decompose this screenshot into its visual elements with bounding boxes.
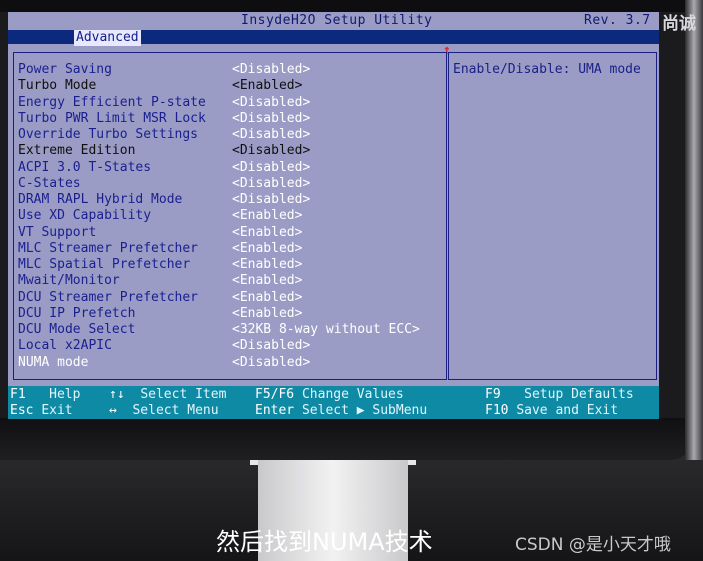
setting-value[interactable]: <Disabled> <box>232 176 310 192</box>
setting-value[interactable]: <Disabled> <box>232 192 310 208</box>
monitor-bezel-bottom <box>0 418 690 460</box>
setting-value[interactable]: <Enabled> <box>232 241 302 257</box>
setting-row[interactable]: Local x2APIC <Disabled> <box>18 338 438 354</box>
f10-key: F10 <box>485 403 509 418</box>
setting-row[interactable]: Power Saving <Disabled> <box>18 62 438 78</box>
setting-row[interactable]: Turbo PWR Limit MSR Lock <Disabled> <box>18 111 438 127</box>
monitor-side-edge <box>685 0 703 460</box>
setting-label: NUMA mode <box>18 354 89 370</box>
footer-change-values: F5/F6 Change Values <box>255 387 404 403</box>
setting-label: DCU Mode Select <box>18 322 136 337</box>
select-menu-desc: Select Menu <box>132 403 219 418</box>
setting-label: DCU Streamer Prefetcher <box>18 289 199 305</box>
setting-row[interactable]: Turbo Mode <Enabled> <box>18 78 438 94</box>
setting-row[interactable]: NUMA mode <Disabled> <box>18 355 438 371</box>
csdn-watermark: CSDN @是小天才哦 <box>515 535 671 555</box>
f1-key: F1 <box>10 387 26 402</box>
f1-desc: Help <box>49 387 81 402</box>
enter-key: Enter <box>255 403 295 418</box>
setting-row[interactable]: MLC Streamer Prefetcher <Enabled> <box>18 241 438 257</box>
setting-label: Extreme Edition <box>18 143 136 159</box>
footer-setup-defaults: F9 Setup Defaults <box>485 387 634 403</box>
setting-label: DRAM RAPL Hybrid Mode <box>18 192 183 207</box>
help-text: Enable/Disable: UMA mode <box>453 62 641 77</box>
setting-value[interactable]: <Enabled> <box>232 257 302 273</box>
setting-value[interactable]: <Disabled> <box>232 62 310 78</box>
setting-row[interactable]: DRAM RAPL Hybrid Mode <Disabled> <box>18 192 438 208</box>
setting-value[interactable]: <Disabled> <box>232 143 310 159</box>
monitor-bezel-top <box>0 0 703 12</box>
footer-help: F1 Help <box>10 387 80 403</box>
setting-label: Power Saving <box>18 62 112 77</box>
setting-value[interactable]: <Enabled> <box>232 290 302 306</box>
setting-row[interactable]: DCU Streamer Prefetcher <Enabled> <box>18 290 438 306</box>
setting-label: Override Turbo Settings <box>18 127 199 142</box>
bios-screen: InsydeH2O Setup Utility Rev. 3.7 Advance… <box>8 12 659 419</box>
setting-row[interactable]: Mwait/Monitor <Enabled> <box>18 273 438 289</box>
top-watermark: 尚诚 <box>662 14 696 34</box>
setting-label: ACPI 3.0 T-States <box>18 159 152 175</box>
submenu-desc: Select ▶ SubMenu <box>301 403 428 418</box>
setting-value[interactable]: <Enabled> <box>232 273 302 289</box>
f5-f6-key: F5/F6 <box>255 387 295 402</box>
setting-row[interactable]: DCU IP Prefetch <Enabled> <box>18 306 438 322</box>
setting-label: Use XD Capability <box>18 208 152 224</box>
title-bar: InsydeH2O Setup Utility Rev. 3.7 <box>8 12 659 30</box>
setting-label: Energy Efficient P-state <box>18 94 206 110</box>
help-panel <box>448 52 657 380</box>
setting-label: Turbo PWR Limit MSR Lock <box>18 110 206 126</box>
setting-value[interactable]: <Disabled> <box>232 111 310 127</box>
save-exit-desc: Save and Exit <box>516 403 619 418</box>
setting-value[interactable]: <Disabled> <box>232 127 310 143</box>
setup-defaults-desc: Setup Defaults <box>524 387 634 402</box>
key-help-footer: F1 Help ↑↓ Select Item F5/F6 Change Valu… <box>8 386 659 419</box>
setting-row[interactable]: C-States <Disabled> <box>18 176 438 192</box>
exit-desc: Exit <box>41 403 73 418</box>
setting-label: VT Support <box>18 224 97 240</box>
setting-value[interactable]: <Disabled> <box>232 95 310 111</box>
setting-row[interactable]: MLC Spatial Prefetcher <Enabled> <box>18 257 438 273</box>
setting-value[interactable]: <Enabled> <box>232 78 302 94</box>
footer-select-item: ↑↓ Select Item <box>109 387 226 403</box>
setting-value[interactable]: <Disabled> <box>232 338 310 354</box>
setting-label: Local x2APIC <box>18 338 112 354</box>
setting-row[interactable]: VT Support <Enabled> <box>18 225 438 241</box>
footer-submenu: Enter Select ▶ SubMenu <box>255 403 427 419</box>
setting-label: DCU IP Prefetch <box>18 305 136 321</box>
f9-key: F9 <box>485 387 501 402</box>
setting-label: MLC Streamer Prefetcher <box>18 240 199 256</box>
setting-value[interactable]: <Enabled> <box>232 306 302 322</box>
setting-label: Turbo Mode <box>18 78 97 94</box>
footer-exit: Esc Exit <box>10 403 73 419</box>
setting-row[interactable]: Extreme Edition <Disabled> <box>18 143 438 159</box>
setting-value[interactable]: <Disabled> <box>232 160 310 176</box>
setting-label: C-States <box>18 175 81 191</box>
setting-row[interactable]: DCU Mode Select <32KB 8-way without ECC> <box>18 322 438 338</box>
setting-value[interactable]: <Enabled> <box>232 225 302 241</box>
setting-row[interactable]: ACPI 3.0 T-States <Disabled> <box>18 160 438 176</box>
footer-select-menu: ↔ Select Menu <box>109 403 219 419</box>
video-caption: 然后找到NUMA技术 <box>216 528 433 556</box>
esc-key: Esc <box>10 403 34 418</box>
setting-value[interactable]: <Enabled> <box>232 208 302 224</box>
setting-value[interactable]: <32KB 8-way without ECC> <box>232 322 420 338</box>
setting-row[interactable]: Override Turbo Settings <Disabled> <box>18 127 438 143</box>
setting-label: MLC Spatial Prefetcher <box>18 257 191 272</box>
left-right-arrows-icon: ↔ <box>109 403 117 418</box>
tab-advanced[interactable]: Advanced <box>74 30 141 46</box>
up-down-arrows-icon: ↑↓ <box>109 387 125 402</box>
setting-label: Mwait/Monitor <box>18 273 120 289</box>
footer-save-exit: F10 Save and Exit <box>485 403 618 419</box>
app-title: InsydeH2O Setup Utility <box>241 13 433 28</box>
select-item-desc: Select Item <box>140 387 227 402</box>
revision-label: Rev. 3.7 <box>584 13 651 28</box>
setting-value[interactable]: <Disabled> <box>232 355 310 371</box>
setting-row[interactable]: Use XD Capability <Enabled> <box>18 208 438 224</box>
setting-row[interactable]: Energy Efficient P-state <Disabled> <box>18 95 438 111</box>
change-values-desc: Change Values <box>301 387 404 402</box>
